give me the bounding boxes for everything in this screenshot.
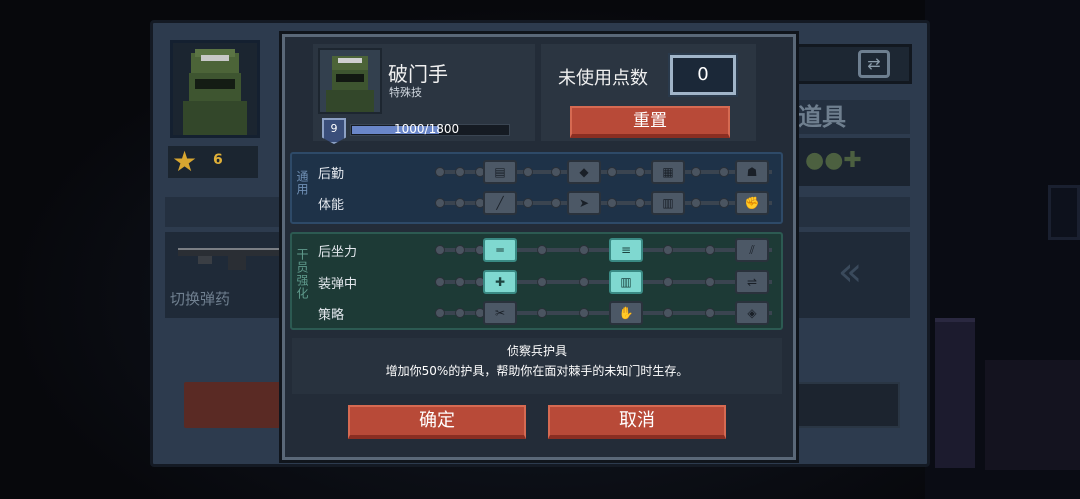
- operator-portrait[interactable]: [170, 40, 260, 138]
- skill-title: 侦察兵护具: [506, 344, 567, 358]
- unused-points-value: 0: [668, 53, 738, 97]
- skill-dot[interactable]: [551, 198, 561, 208]
- background-cabinet: [985, 360, 1080, 470]
- unused-points-label: 未使用点数: [558, 68, 648, 89]
- skill-dot[interactable]: [719, 167, 729, 177]
- grenade-icon: ●●✚: [805, 148, 862, 173]
- skill-dot[interactable]: [455, 245, 465, 255]
- xp-text: 1000/1800: [394, 122, 460, 136]
- tools-icon[interactable]: ✂: [483, 301, 517, 325]
- star-icon: ★: [172, 145, 198, 178]
- skill-dot[interactable]: [705, 308, 715, 318]
- skill-dot[interactable]: [551, 167, 561, 177]
- skill-dot[interactable]: [607, 198, 617, 208]
- skill-dot[interactable]: [719, 198, 729, 208]
- cancel-button[interactable]: 取消: [548, 405, 726, 439]
- plus-shell-icon[interactable]: ✚: [483, 270, 517, 294]
- team-icon[interactable]: ☗: [735, 160, 769, 184]
- skill-dot[interactable]: [537, 308, 547, 318]
- skill-dot[interactable]: [691, 167, 701, 177]
- skill-dot[interactable]: [579, 245, 589, 255]
- skill-dot[interactable]: [455, 277, 465, 287]
- skill-row-label: 体能: [318, 198, 345, 213]
- skill-dot[interactable]: [537, 245, 547, 255]
- skill-dot[interactable]: [663, 245, 673, 255]
- skill-dot[interactable]: [579, 277, 589, 287]
- shotgun-icon: [178, 248, 283, 270]
- weapon-header-strip: [165, 197, 285, 227]
- swap-ammo-button[interactable]: 切换弹药: [170, 288, 230, 309]
- armor-plus-icon[interactable]: ◆: [567, 160, 601, 184]
- character-name: 破门手: [388, 62, 448, 86]
- skill-dot[interactable]: [455, 198, 465, 208]
- skill-dot[interactable]: [435, 167, 445, 177]
- crate-icon[interactable]: ▦: [651, 160, 685, 184]
- skill-group-common: [290, 152, 783, 224]
- gun-reload-icon[interactable]: ⇌: [735, 270, 769, 294]
- items-title: 道具: [790, 100, 910, 134]
- gear-header-strip: [790, 197, 910, 227]
- confirm-button[interactable]: 确定: [348, 405, 526, 439]
- magazine-icon[interactable]: ▥: [609, 270, 643, 294]
- double-chevron-left-icon[interactable]: «: [790, 232, 910, 318]
- skill-dot[interactable]: [691, 198, 701, 208]
- character-portrait: [318, 48, 382, 114]
- skill-group-label: 干员强化: [295, 248, 309, 300]
- skill-dot[interactable]: [705, 277, 715, 287]
- swap-icon[interactable]: ⇄: [858, 50, 890, 78]
- skill-row-label: 策略: [318, 308, 345, 323]
- skill-dot[interactable]: [635, 198, 645, 208]
- soldier-icon: [183, 49, 247, 135]
- shield-icon[interactable]: ◈: [735, 301, 769, 325]
- reset-button[interactable]: 重置: [570, 106, 730, 138]
- skill-dot[interactable]: [523, 167, 533, 177]
- star-count: 6: [213, 152, 223, 168]
- skill-dot[interactable]: [455, 167, 465, 177]
- skill-dot[interactable]: [663, 308, 673, 318]
- knife-icon[interactable]: ╱: [483, 191, 517, 215]
- skill-row-label: 后坐力: [318, 245, 358, 260]
- skill-dot[interactable]: [455, 308, 465, 318]
- skill-row-label: 装弹中: [318, 277, 358, 292]
- breacher-icon: [326, 56, 374, 112]
- skill-dot[interactable]: [607, 167, 617, 177]
- game-scene: ★ 6 ⇄ 道具 ●●✚ 切换弹药 « 破门手 特殊技 9 1000/1800 …: [0, 0, 1080, 499]
- skill-dot[interactable]: [579, 308, 589, 318]
- skill-group-label: 通用: [295, 170, 309, 196]
- shells-icon[interactable]: ≡: [609, 238, 643, 262]
- vest-icon[interactable]: ▥: [651, 191, 685, 215]
- background-pillar: [935, 318, 975, 468]
- claw-icon[interactable]: ⫽: [735, 238, 769, 262]
- ammo-belt-icon[interactable]: ▤: [483, 160, 517, 184]
- hand-icon[interactable]: ✋: [609, 301, 643, 325]
- sprint-icon[interactable]: ➤: [567, 191, 601, 215]
- skill-row-label: 后勤: [318, 167, 345, 182]
- skill-description: 增加你50%的护具，帮助你在面对棘手的未知门时生存。: [385, 364, 689, 378]
- skill-dot[interactable]: [435, 198, 445, 208]
- skill-dot[interactable]: [523, 198, 533, 208]
- skill-dot[interactable]: [635, 167, 645, 177]
- skill-dot[interactable]: [435, 308, 445, 318]
- skill-dot[interactable]: [435, 277, 445, 287]
- fist-icon[interactable]: ✊: [735, 191, 769, 215]
- background-picture-frame: [1048, 185, 1080, 240]
- skill-dot[interactable]: [663, 277, 673, 287]
- background-grey-button[interactable]: [790, 382, 900, 428]
- character-subtitle: 特殊技: [389, 86, 422, 99]
- skill-dot[interactable]: [537, 277, 547, 287]
- background-red-button[interactable]: [184, 382, 294, 428]
- skill-dot[interactable]: [435, 245, 445, 255]
- skill-dot[interactable]: [705, 245, 715, 255]
- shotgun-icon[interactable]: ═: [483, 238, 517, 262]
